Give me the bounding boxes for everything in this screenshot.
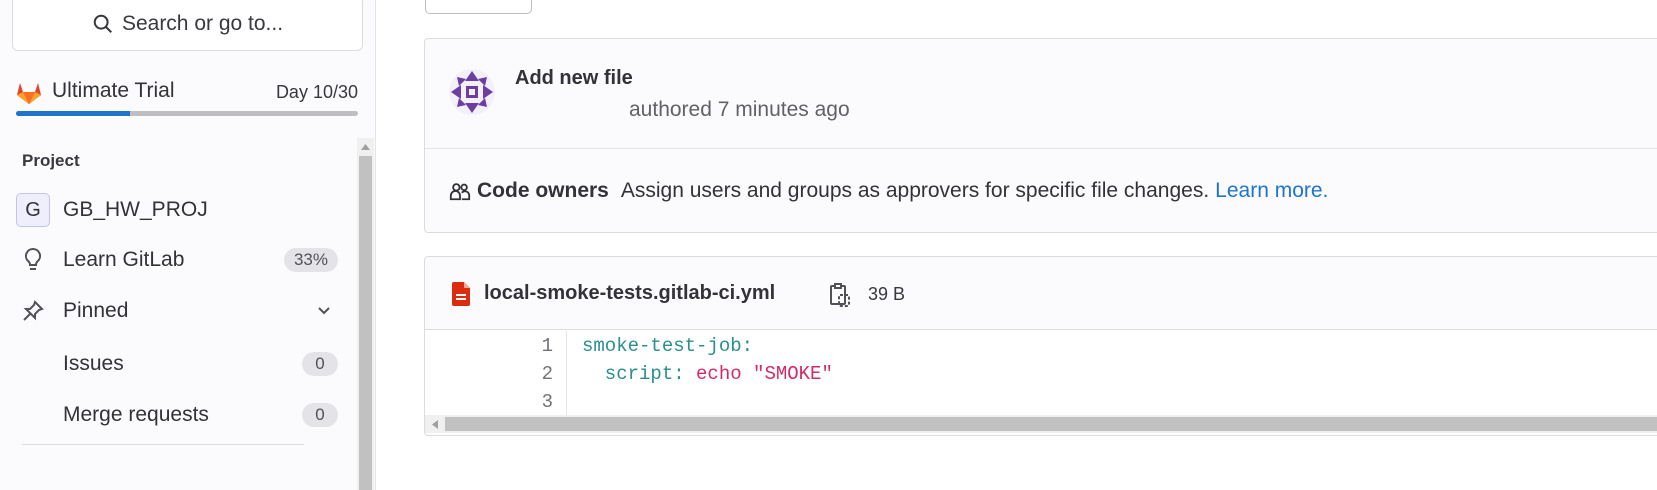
scroll-up-arrow-icon[interactable] xyxy=(357,138,374,155)
last-commit-card: Add new file authored 7 minutes ago Code… xyxy=(424,38,1657,233)
issues-count-badge: 0 xyxy=(302,352,338,376)
code-owners-title: Code owners xyxy=(477,179,609,202)
line-numbers-gutter: 1 2 3 xyxy=(425,331,567,415)
file-name: local-smoke-tests.gitlab-ci.yml xyxy=(484,282,776,304)
sidebar-item-learn-gitlab[interactable]: Learn GitLab 33% xyxy=(16,241,338,279)
commit-meta: authored 7 minutes ago xyxy=(629,98,850,121)
user-avatar[interactable] xyxy=(449,69,495,115)
search-label: Search or go to... xyxy=(121,11,284,35)
sidebar-item-label: Merge requests xyxy=(63,403,209,426)
learn-more-link[interactable]: Learn more. xyxy=(1215,179,1328,203)
sidebar-item-label: Learn GitLab xyxy=(63,248,185,271)
top-button-partial[interactable] xyxy=(425,0,532,14)
pin-icon xyxy=(23,300,44,321)
code-line: script: echo "SMOKE" xyxy=(582,363,833,385)
scroll-left-arrow-icon[interactable] xyxy=(427,415,443,433)
code-value: echo "SMOKE" xyxy=(684,363,833,385)
trial-progress-bar xyxy=(16,111,358,116)
trial-progress-fill xyxy=(16,111,130,116)
learn-progress-badge: 33% xyxy=(283,248,338,272)
lightbulb-icon xyxy=(24,247,42,270)
search-button[interactable]: Search or go to... xyxy=(12,0,363,51)
project-avatar: G xyxy=(16,193,50,227)
trial-widget[interactable]: Ultimate Trial Day 10/30 xyxy=(16,76,358,116)
gitlab-logo-icon xyxy=(17,83,41,104)
commit-title[interactable]: Add new file xyxy=(515,67,633,90)
code-line: smoke-test-job: xyxy=(582,335,753,357)
sidebar-item-label: Pinned xyxy=(63,299,129,322)
chevron-down-icon[interactable] xyxy=(316,302,332,318)
file-header: local-smoke-tests.gitlab-ci.yml 39 B xyxy=(425,257,1657,330)
line-number[interactable]: 2 xyxy=(513,363,553,385)
sidebar: Search or go to... Ultimate Trial Day 10… xyxy=(0,0,376,490)
sidebar-item-project[interactable]: G GB_HW_PROJ xyxy=(16,191,338,229)
trial-day-counter: Day 10/30 xyxy=(275,82,358,102)
sidebar-scrollbar[interactable] xyxy=(357,138,374,490)
copy-icon[interactable] xyxy=(827,282,851,308)
code-horizontal-scrollbar[interactable] xyxy=(425,415,1657,433)
search-icon xyxy=(93,14,112,33)
line-number[interactable]: 1 xyxy=(513,335,553,357)
code-key: script: xyxy=(582,363,685,385)
sidebar-item-label: Issues xyxy=(63,352,124,375)
code-owners-row: Code owners Assign users and groups as a… xyxy=(449,179,1328,203)
sidebar-item-merge-requests[interactable]: Merge requests 0 xyxy=(16,396,338,434)
sidebar-scrollbar-thumb[interactable] xyxy=(359,156,372,490)
sidebar-item-pinned[interactable]: Pinned xyxy=(16,292,338,330)
trial-title: Ultimate Trial xyxy=(52,79,175,102)
file-viewer: local-smoke-tests.gitlab-ci.yml 39 B 1 2… xyxy=(424,256,1657,436)
code-view: 1 2 3 smoke-test-job: script: echo "SMOK… xyxy=(425,331,1657,415)
sidebar-item-issues[interactable]: Issues 0 xyxy=(16,345,338,383)
merge-requests-count-badge: 0 xyxy=(302,403,338,427)
main-content: Add new file authored 7 minutes ago Code… xyxy=(376,0,1657,490)
line-number[interactable]: 3 xyxy=(513,391,553,413)
commit-row: Add new file authored 7 minutes ago xyxy=(425,39,1657,149)
code-owners-description: Assign users and groups as approvers for… xyxy=(620,179,1210,202)
project-section-heading: Project xyxy=(22,151,80,170)
sidebar-divider xyxy=(22,444,304,445)
code-key: smoke-test-job: xyxy=(582,335,754,357)
file-size: 39 B xyxy=(868,284,906,304)
sidebar-item-label: GB_HW_PROJ xyxy=(63,198,208,221)
users-icon xyxy=(449,183,471,201)
file-yaml-icon xyxy=(452,282,470,306)
code-scrollbar-thumb[interactable] xyxy=(445,417,1657,431)
